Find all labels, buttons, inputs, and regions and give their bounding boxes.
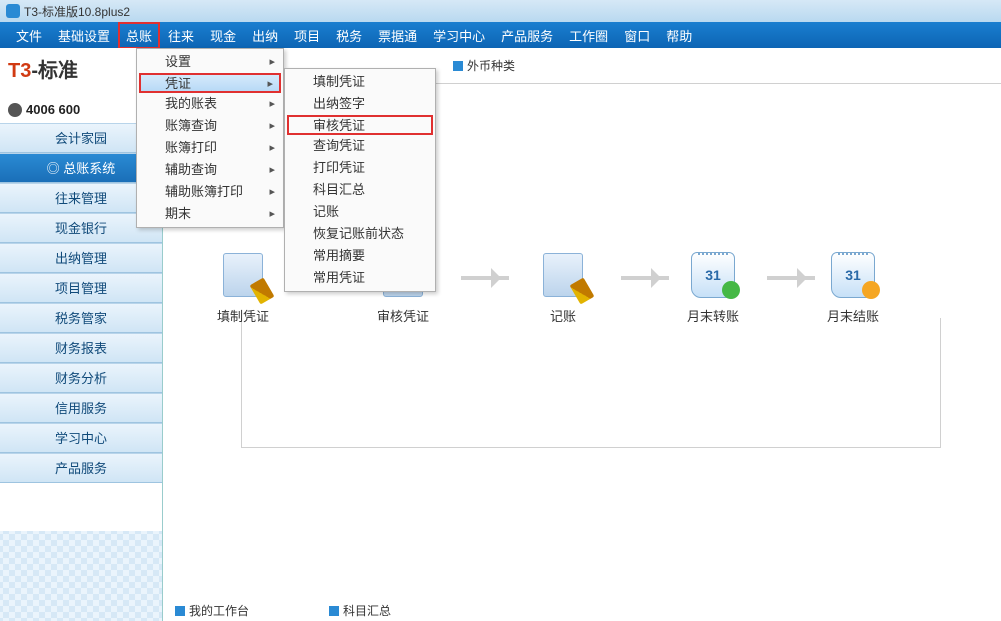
workflow-label: 填制凭证 xyxy=(203,306,283,325)
submenu-item[interactable]: 辅助账簿打印 xyxy=(139,181,281,203)
workflow-node-fill-voucher[interactable]: 填制凭证 xyxy=(203,248,283,325)
menu-item[interactable]: 项目 xyxy=(286,22,328,49)
arrow-icon xyxy=(621,276,669,280)
submenu-item[interactable]: 出纳签字 xyxy=(287,93,433,115)
arrow-icon xyxy=(767,276,815,280)
submenu-ledger: 设置凭证我的账表账簿查询账簿打印辅助查询辅助账簿打印期末 xyxy=(136,48,284,228)
menu-item[interactable]: 学习中心 xyxy=(425,22,493,49)
submenu-item[interactable]: 记账 xyxy=(287,201,433,223)
sidebar-footer-pattern xyxy=(0,531,162,621)
bottom-tab-label: 我的工作台 xyxy=(189,602,249,619)
submenu-item[interactable]: 常用摘要 xyxy=(287,245,433,267)
sidebar-filler xyxy=(0,483,162,531)
menu-item[interactable]: 窗口 xyxy=(616,22,658,49)
submenu-item[interactable]: 恢复记账前状态 xyxy=(287,223,433,245)
toolbar-currency[interactable]: 外币种类 xyxy=(453,57,515,74)
bottom-tabs: 我的工作台 科目汇总 xyxy=(175,602,391,619)
arrow-icon xyxy=(461,276,509,280)
posting-icon xyxy=(536,248,590,302)
workflow-label: 月末转账 xyxy=(673,306,753,325)
sidebar-item[interactable]: 出纳管理 xyxy=(0,243,162,273)
square-icon xyxy=(453,61,463,71)
square-icon xyxy=(329,606,339,616)
workflow-node-month-close[interactable]: 月末结账 xyxy=(813,248,893,325)
workflow-label: 记账 xyxy=(523,306,603,325)
phone-icon xyxy=(8,103,22,117)
submenu-item[interactable]: 我的账表 xyxy=(139,93,281,115)
menu-item[interactable]: 帮助 xyxy=(658,22,700,49)
submenu-item[interactable]: 账簿查询 xyxy=(139,115,281,137)
submenu-item[interactable]: 科目汇总 xyxy=(287,179,433,201)
bottom-tab-workbench[interactable]: 我的工作台 xyxy=(175,602,249,619)
month-transfer-icon xyxy=(686,248,740,302)
brand-red: T3 xyxy=(8,60,31,82)
submenu-voucher: 填制凭证出纳签字审核凭证查询凭证打印凭证科目汇总记账恢复记账前状态常用摘要常用凭… xyxy=(284,68,436,292)
toolbar-currency-label: 外币种类 xyxy=(467,57,515,74)
sidebar-item[interactable]: 财务分析 xyxy=(0,363,162,393)
title-bar: T3-标准版10.8plus2 xyxy=(0,0,1001,22)
sidebar-item[interactable]: 学习中心 xyxy=(0,423,162,453)
brand-title: T3-标准 xyxy=(8,54,154,83)
workflow-label: 审核凭证 xyxy=(363,306,443,325)
sidebar-item[interactable]: 信用服务 xyxy=(0,393,162,423)
sidebar-item[interactable]: 产品服务 xyxy=(0,453,162,483)
menu-item[interactable]: 往来 xyxy=(160,22,202,49)
bottom-tab-subject-summary[interactable]: 科目汇总 xyxy=(329,602,391,619)
submenu-item[interactable]: 查询凭证 xyxy=(287,135,433,157)
submenu-item[interactable]: 凭证 xyxy=(139,73,281,93)
sidebar-item[interactable]: 税务管家 xyxy=(0,303,162,333)
title-text: T3-标准版10.8plus2 xyxy=(24,3,130,20)
app-logo-icon xyxy=(6,4,20,18)
menu-item[interactable]: 出纳 xyxy=(244,22,286,49)
menu-item[interactable]: 工作圈 xyxy=(561,22,616,49)
workflow-bracket xyxy=(241,318,941,448)
bottom-tab-label: 科目汇总 xyxy=(343,602,391,619)
menu-item[interactable]: 产品服务 xyxy=(493,22,561,49)
phone-number: 4006 600 xyxy=(26,102,80,117)
workflow-node-posting[interactable]: 记账 xyxy=(523,248,603,325)
menu-item[interactable]: 现金 xyxy=(202,22,244,49)
month-close-icon xyxy=(826,248,880,302)
menu-item[interactable]: 总账 xyxy=(118,22,160,49)
square-icon xyxy=(175,606,185,616)
submenu-item[interactable]: 打印凭证 xyxy=(287,157,433,179)
workflow-label: 月末结账 xyxy=(813,306,893,325)
menu-item[interactable]: 文件 xyxy=(8,22,50,49)
fill-voucher-icon xyxy=(216,248,270,302)
submenu-item[interactable]: 审核凭证 xyxy=(287,115,433,135)
submenu-item[interactable]: 辅助查询 xyxy=(139,159,281,181)
workflow-node-month-transfer[interactable]: 月末转账 xyxy=(673,248,753,325)
menu-item[interactable]: 基础设置 xyxy=(50,22,118,49)
sidebar-item[interactable]: 项目管理 xyxy=(0,273,162,303)
submenu-item[interactable]: 常用凭证 xyxy=(287,267,433,289)
submenu-item[interactable]: 账簿打印 xyxy=(139,137,281,159)
menu-bar: 文件基础设置总账往来现金出纳项目税务票据通学习中心产品服务工作圈窗口帮助 xyxy=(0,22,1001,48)
submenu-item[interactable]: 填制凭证 xyxy=(287,71,433,93)
menu-item[interactable]: 税务 xyxy=(328,22,370,49)
submenu-item[interactable]: 期末 xyxy=(139,203,281,225)
sidebar-item[interactable]: 财务报表 xyxy=(0,333,162,363)
menu-item[interactable]: 票据通 xyxy=(370,22,425,49)
submenu-item[interactable]: 设置 xyxy=(139,51,281,73)
brand-rest: -标准 xyxy=(31,60,78,82)
